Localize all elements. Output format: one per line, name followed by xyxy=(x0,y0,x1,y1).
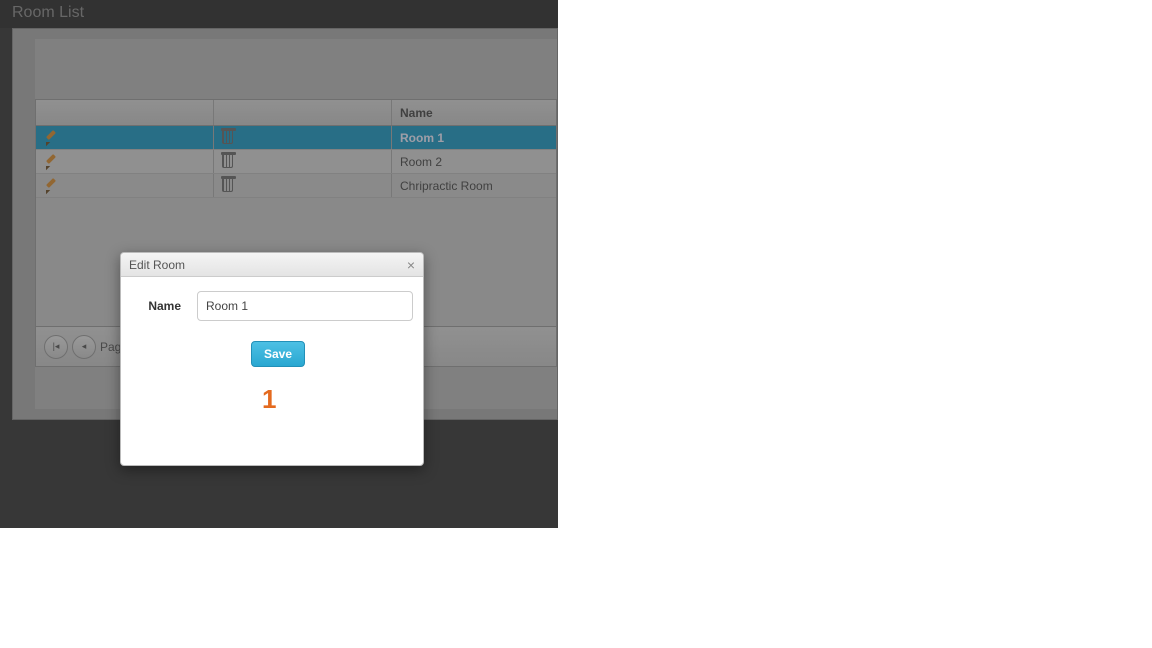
close-icon[interactable]: × xyxy=(407,258,415,272)
name-field-label: Name xyxy=(131,299,181,313)
name-field[interactable] xyxy=(197,291,413,321)
dialog-body: Name xyxy=(121,277,423,335)
dialog-titlebar: Edit Room × xyxy=(121,253,423,277)
dialog-title-text: Edit Room xyxy=(129,258,185,272)
save-button[interactable]: Save xyxy=(251,341,305,367)
dialog-actions: Save xyxy=(121,335,423,367)
edit-room-dialog: Edit Room × Name Save xyxy=(120,252,424,466)
app-viewport: Room List Name Room 1 xyxy=(0,0,558,528)
annotation-number: 1 xyxy=(262,384,276,415)
